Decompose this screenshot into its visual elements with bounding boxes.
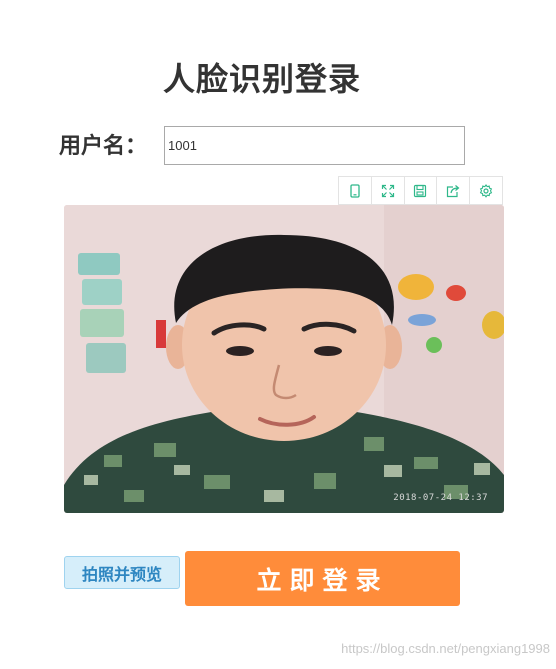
captured-photo: 2018-07-24 12:37 (64, 205, 504, 513)
face-login-page: 人脸识别登录 用户名： 1001 2018-07-24 12:37 拍照并预览 … (0, 0, 556, 669)
toolbar-share-button[interactable] (437, 177, 471, 204)
face-photo-illustration (64, 205, 504, 513)
toolbar-phone-button[interactable] (339, 177, 372, 204)
capture-preview-button[interactable]: 拍照并预览 (64, 556, 180, 589)
toolbar-settings-button[interactable] (470, 177, 502, 204)
settings-icon (479, 183, 493, 198)
share-icon (447, 184, 460, 197)
phone-icon (350, 183, 360, 198)
login-button[interactable]: 立即登录 (185, 551, 460, 606)
username-label: 用户名： (59, 134, 148, 159)
username-input[interactable] (164, 126, 465, 165)
toolbar-fullscreen-button[interactable] (372, 177, 405, 204)
fullscreen-icon (381, 184, 394, 197)
save-icon (414, 184, 427, 197)
photo-timestamp: 2018-07-24 12:37 (393, 493, 488, 503)
camera-toolbar (338, 176, 503, 205)
toolbar-save-button[interactable] (405, 177, 438, 204)
watermark-text: https://blog.csdn.net/pengxiang1998 (341, 641, 550, 656)
page-title: 人脸识别登录 (162, 60, 361, 98)
